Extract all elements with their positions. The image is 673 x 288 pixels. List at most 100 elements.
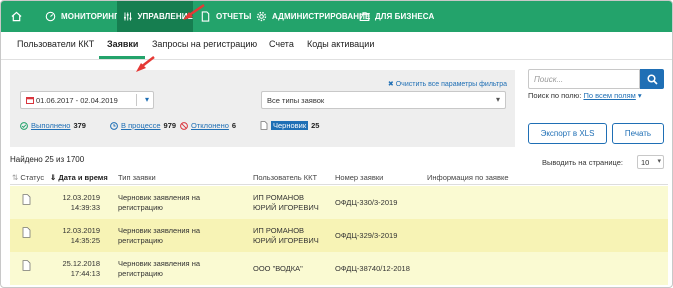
column-kkt-user[interactable]: Пользователь ККТ — [253, 173, 317, 182]
active-tab-indicator — [99, 56, 145, 59]
tab-requests[interactable]: Заявки — [107, 39, 138, 49]
draft-doc-icon — [22, 194, 31, 205]
search-scope-label: Поиск по полю: — [528, 91, 582, 100]
row-type-line: Черновик заявления на — [118, 226, 201, 235]
date-range-picker[interactable]: 01.06.2017 - 02.04.2019 ▾ — [20, 91, 154, 109]
row-date: 25.12.2018 — [62, 259, 100, 268]
status-filter-done[interactable]: Выполнено 379 — [20, 121, 86, 130]
column-label: Статус — [20, 173, 45, 182]
row-type-line: Черновик заявления на — [118, 193, 201, 202]
filter-panel: ✖ Очистить все параметры фильтра 01.06.2… — [10, 70, 515, 147]
sort-icon: ⇅ — [12, 173, 19, 182]
nav-for-business[interactable]: ДЛЯ БИЗНЕСА — [359, 1, 434, 32]
row-type: Черновик заявления на регистрацию — [118, 226, 200, 246]
status-label: Выполнено — [31, 121, 71, 130]
clear-filters-link[interactable]: ✖ Очистить все параметры фильтра — [388, 80, 507, 88]
top-navigation: МОНИТОРИНГ УПРАВЛЕНИЕ ОТЧЕТЫ АДМИНИСТРИР… — [1, 1, 672, 32]
home-icon — [11, 11, 21, 22]
home-button[interactable] — [1, 1, 31, 32]
row-time: 17:44:13 — [70, 269, 100, 278]
dashboard-icon — [45, 11, 56, 22]
row-datetime: 25.12.2018 17:44:13 — [50, 259, 100, 279]
calendar-icon — [26, 97, 34, 104]
nav-label: УПРАВЛЕНИЕ — [137, 12, 193, 21]
table-row[interactable]: 12.03.2019 14:35:25 Черновик заявления н… — [10, 219, 668, 252]
clock-icon — [110, 121, 118, 130]
nav-label: ОТЧЕТЫ — [216, 12, 252, 21]
search-scope-dropdown[interactable]: По всем полям — [583, 91, 635, 100]
chevron-down-icon: ▾ — [637, 91, 642, 100]
status-filter-rejected[interactable]: Отклонено 6 — [180, 121, 236, 130]
row-type-line: регистрацию — [118, 236, 163, 245]
row-type-line: регистрацию — [118, 203, 163, 212]
nav-monitoring[interactable]: МОНИТОРИНГ — [45, 1, 119, 32]
document-icon — [201, 11, 210, 22]
status-count: 979 — [163, 121, 177, 130]
row-user: ООО "ВОДКА" — [253, 264, 303, 274]
gear-icon — [256, 11, 267, 22]
briefcase-icon — [359, 12, 370, 21]
status-count: 25 — [311, 121, 320, 130]
draft-doc-icon — [22, 260, 31, 271]
row-user: ИП РОМАНОВ ЮРИЙ ИГОРЕВИЧ — [253, 226, 319, 246]
table-row[interactable]: 12.03.2019 14:39:33 Черновик заявления н… — [10, 186, 668, 219]
clear-filters-label: Очистить все параметры фильтра — [395, 81, 507, 88]
request-type-value: Все типы заявок — [267, 95, 325, 105]
search-icon — [646, 73, 658, 85]
tab-activation-codes[interactable]: Коды активации — [307, 39, 374, 49]
column-request-info[interactable]: Информация по заявке — [427, 173, 509, 182]
tab-invoices[interactable]: Счета — [269, 39, 294, 49]
row-type-line: Черновик заявления на — [118, 259, 201, 268]
row-datetime: 12.03.2019 14:35:25 — [50, 226, 100, 246]
column-label: Дата и время — [58, 173, 108, 182]
nav-management[interactable]: УПРАВЛЕНИЕ — [117, 1, 193, 32]
row-datetime: 12.03.2019 14:39:33 — [50, 193, 100, 213]
row-type-line: регистрацию — [118, 269, 163, 278]
status-count: 379 — [73, 121, 86, 130]
date-range-value: 01.06.2017 - 02.04.2019 — [36, 95, 118, 105]
status-filter-draft[interactable]: Черновик 25 — [260, 121, 319, 130]
request-type-select[interactable]: Все типы заявок ▾ — [261, 91, 506, 109]
table-body: 12.03.2019 14:39:33 Черновик заявления н… — [10, 186, 668, 285]
status-filter-in-progress[interactable]: В процессе 979 — [110, 121, 176, 130]
row-user-line: ЮРИЙ ИГОРЕВИЧ — [253, 203, 319, 212]
results-count: Найдено 25 из 1700 — [10, 155, 85, 164]
search-scope: Поиск по полю: По всем полям ▾ — [528, 91, 642, 100]
per-page-label: Выводить на странице: — [542, 158, 624, 167]
no-entry-icon — [180, 121, 188, 130]
per-page-select[interactable]: 10 ▾ — [637, 155, 664, 169]
column-request-number[interactable]: Номер заявки — [335, 173, 383, 182]
row-user-line: ООО "ВОДКА" — [253, 264, 303, 273]
column-status[interactable]: ⇅ Статус — [12, 173, 44, 182]
tab-registration-requests[interactable]: Запросы на регистрацию — [152, 39, 257, 49]
row-date: 12.03.2019 — [62, 226, 100, 235]
search-placeholder: Поиск... — [534, 74, 564, 84]
divider — [136, 94, 137, 106]
draft-doc-icon — [260, 121, 268, 130]
nav-administration[interactable]: АДМИНИСТРИРОВАНИЕ — [256, 1, 370, 32]
chevron-down-icon: ▾ — [495, 95, 500, 104]
sort-desc-icon: ⇓ — [50, 173, 57, 182]
row-user-line: ИП РОМАНОВ — [253, 226, 305, 235]
export-xls-button[interactable]: Экспорт в XLS — [528, 123, 607, 144]
status-label: В процессе — [121, 121, 161, 130]
table-row[interactable]: 25.12.2018 17:44:13 Черновик заявления н… — [10, 252, 668, 285]
column-datetime[interactable]: ⇓ Дата и время — [50, 173, 108, 182]
row-user-line: ИП РОМАНОВ — [253, 193, 305, 202]
tab-kkt-users[interactable]: Пользователи ККТ — [17, 39, 94, 49]
app-window: МОНИТОРИНГ УПРАВЛЕНИЕ ОТЧЕТЫ АДМИНИСТРИР… — [0, 0, 673, 288]
row-number: ОФДЦ-329/3-2019 — [335, 231, 398, 240]
search-input[interactable]: Поиск... — [528, 69, 640, 89]
search-button[interactable] — [640, 69, 664, 89]
row-type: Черновик заявления на регистрацию — [118, 259, 200, 279]
nav-label: ДЛЯ БИЗНЕСА — [375, 12, 435, 21]
column-request-type[interactable]: Тип заявки — [118, 173, 156, 182]
nav-reports[interactable]: ОТЧЕТЫ — [200, 1, 251, 32]
draft-doc-icon — [22, 227, 31, 238]
close-icon: ✖ — [387, 81, 394, 88]
row-user: ИП РОМАНОВ ЮРИЙ ИГОРЕВИЧ — [253, 193, 319, 213]
per-page-value: 10 — [641, 157, 650, 167]
row-time: 14:39:33 — [70, 203, 100, 212]
print-button[interactable]: Печать — [612, 123, 664, 144]
chevron-down-icon: ▾ — [144, 95, 149, 104]
